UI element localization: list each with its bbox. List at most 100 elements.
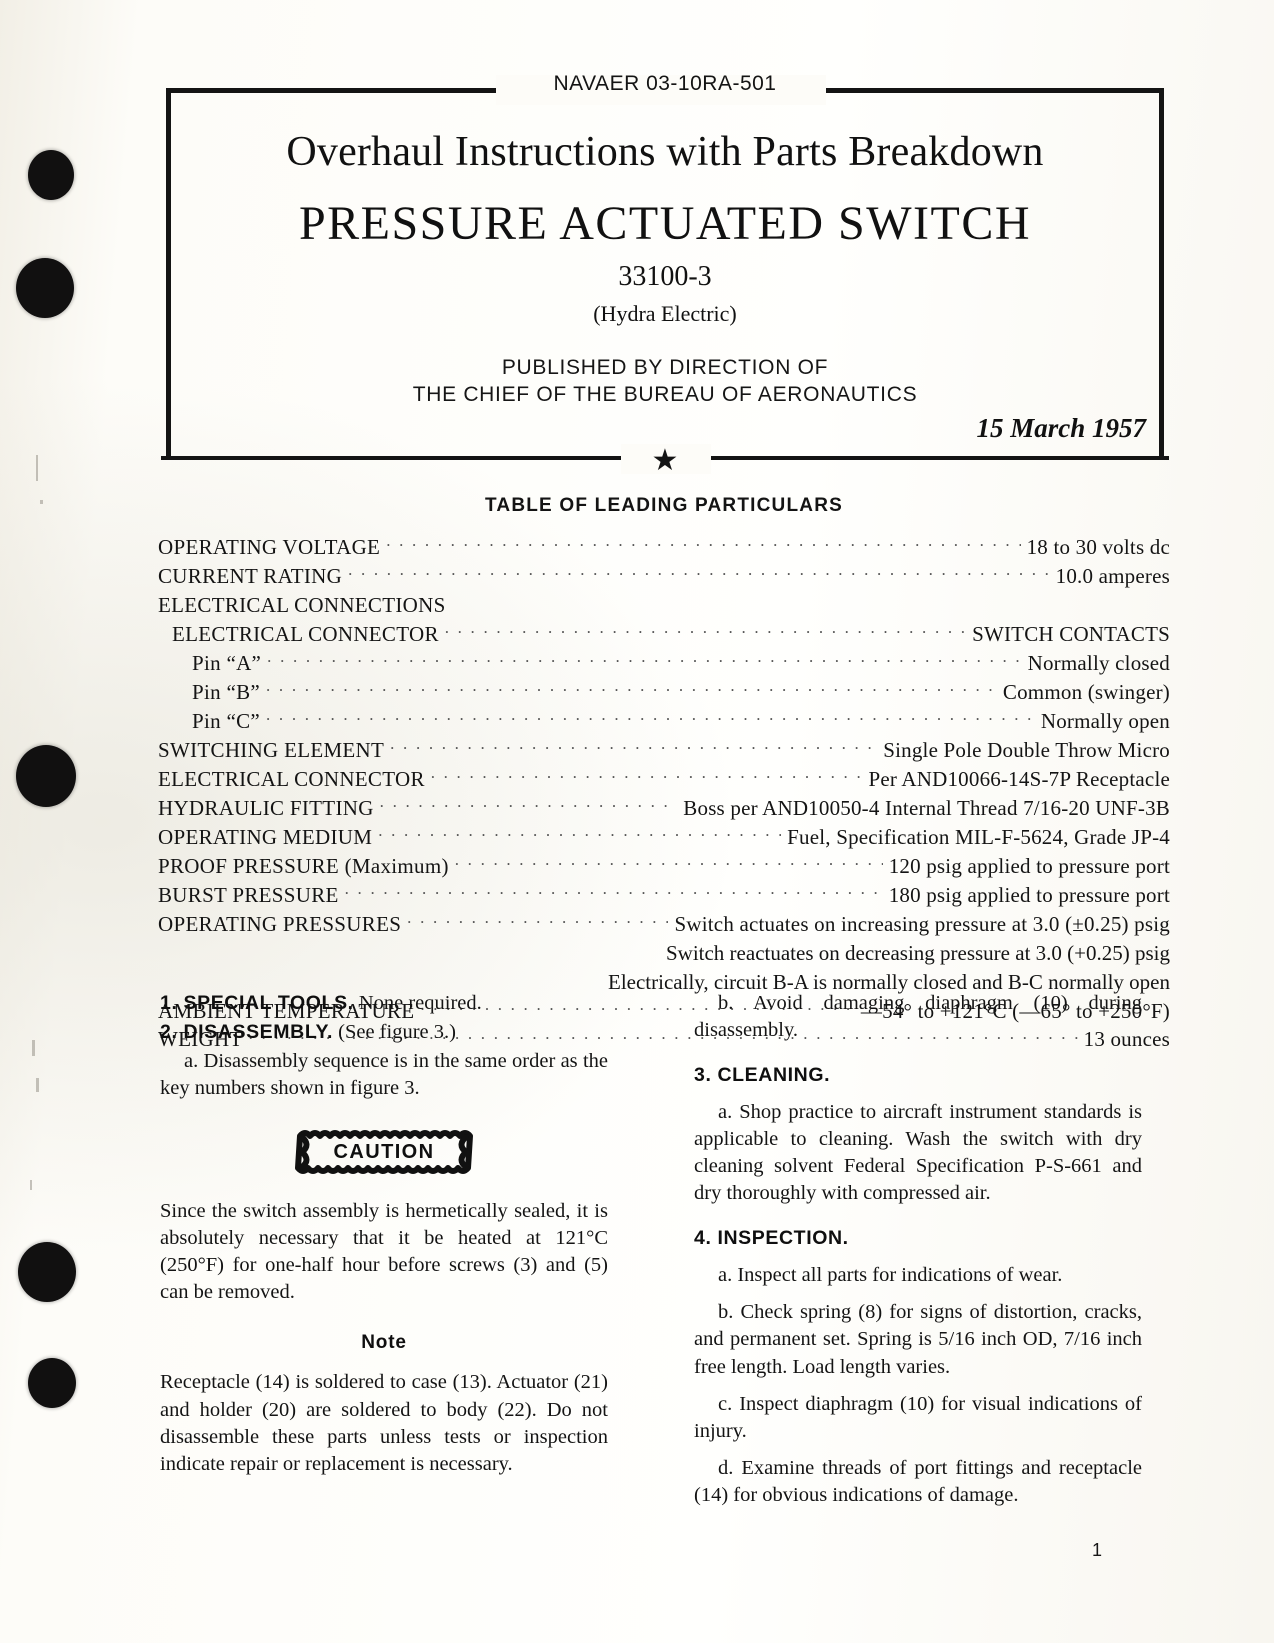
leader-dots [407, 910, 668, 931]
publication-date: 15 March 1957 [976, 413, 1146, 443]
row-label: ELECTRICAL CONNECTOR [158, 766, 425, 791]
punch-hole [28, 150, 74, 200]
scan-artifact [36, 455, 38, 481]
row-value: Boss per AND10050-4 Internal Thread 7/16… [683, 795, 1170, 820]
caution-label: CAUTION [333, 1140, 435, 1163]
table-row: Pin “C” Normally open [158, 707, 1170, 736]
section-disassembly: 2. DISASSEMBLY. (See figure 3.) [160, 1019, 608, 1046]
paragraph-4a: a. Inspect all parts for indications of … [718, 1264, 1063, 1287]
leader-dots [386, 533, 1020, 554]
row-label: ELECTRICAL CONNECTOR [172, 621, 439, 646]
row-value: 18 to 30 volts dc [1026, 535, 1170, 559]
section-cleaning: 3. CLEANING. [694, 1062, 1142, 1089]
manufacturer-name: (Hydra Electric) [593, 301, 737, 326]
row-value: SWITCH CONTACTS [972, 621, 1170, 646]
caution-body-text: Since the switch assembly is hermeticall… [160, 1200, 608, 1304]
row-label: OPERATING PRESSURES [158, 911, 402, 936]
table-row: HYDRAULIC FITTING Boss per AND10050-4 Int… [158, 794, 1170, 823]
punch-hole [18, 1242, 76, 1302]
leader-dots [267, 649, 1021, 670]
row-label: CURRENT RATING [158, 563, 343, 588]
leader-dots [452, 591, 1164, 612]
title-block: NAVAER 03-10RA-501 Overhaul Instructions… [161, 72, 1169, 476]
row-label: OPERATING MEDIUM [158, 824, 373, 849]
leader-dots [390, 736, 877, 757]
leader-dots [348, 562, 1050, 583]
table-heading: TABLE OF LEADING PARTICULARS [485, 495, 843, 516]
table-row: CURRENT RATING 10.0 amperes [158, 562, 1170, 591]
punch-hole [16, 745, 76, 807]
leader-dots [380, 794, 678, 815]
section-1-text: None required. [358, 992, 482, 1014]
table-row: SWITCHING ELEMENT Single Pole Double Thro… [158, 736, 1170, 765]
publisher-line-1: PUBLISHED BY DIRECTION OF [501, 356, 829, 379]
leader-dots [378, 823, 781, 844]
leader-dots [431, 765, 863, 786]
row-value: 10.0 amperes [1055, 563, 1170, 588]
section-inspection: 4. INSPECTION. [694, 1225, 1142, 1252]
row-value: Per AND10066-14S-7P Receptacle [868, 766, 1170, 791]
row-value: Fuel, Specification MIL-F-5624, Grade JP… [787, 824, 1170, 849]
row-label: PROOF PRESSURE (Maximum) [158, 853, 449, 878]
row-value: Normally closed [1027, 650, 1170, 675]
row-value: 180 psig applied to pressure port [888, 882, 1170, 907]
paragraph-4c: c. Inspect diaphragm (10) for visual ind… [694, 1392, 1142, 1442]
table-row: Pin “B” Common (swinger) [158, 678, 1170, 707]
table-row: ELECTRICAL CONNECTIONS [158, 591, 1170, 620]
caution-box-wrapper: CAUTION [160, 1128, 608, 1176]
paragraph-4b: b. Check spring (8) for signs of distort… [694, 1301, 1142, 1378]
table-row: OPERATING MEDIUM Fuel, Specification MIL-… [158, 823, 1170, 852]
row-label: Pin “B” [192, 679, 261, 704]
body-columns: 1. SPECIAL TOOLS. None required. 2. DISA… [160, 990, 1172, 1506]
leader-dots [266, 707, 1035, 728]
publisher-line-2: THE CHIEF OF THE BUREAU OF AERONAUTICS [412, 383, 918, 406]
paragraph-2a: a. Disassembly sequence is in the same o… [160, 1050, 608, 1100]
table-body: OPERATING VOLTAGE 18 to 30 volts dc CURREN… [158, 533, 1170, 1054]
section-1-heading: 1. SPECIAL TOOLS. [160, 992, 354, 1014]
left-column: 1. SPECIAL TOOLS. None required. 2. DISA… [160, 990, 608, 1478]
table-row: BURST PRESSURE 180 psig applied to pressu… [158, 881, 1170, 910]
punch-hole [28, 1358, 76, 1408]
equipment-name: PRESSURE ACTUATED SWITCH [298, 197, 1032, 250]
row-label: BURST PRESSURE [158, 882, 339, 907]
row-label: SWITCHING ELEMENT [158, 737, 385, 762]
section-2-heading: 2. DISASSEMBLY. [160, 1021, 333, 1044]
table-row: ELECTRICAL CONNECTOR Per AND10066-14S-7P … [158, 765, 1170, 794]
scan-artifact [40, 500, 43, 504]
star-icon: ★ [651, 444, 679, 477]
leader-dots [266, 678, 997, 699]
scan-artifact [32, 1040, 35, 1056]
row-label: Pin “A” [192, 650, 262, 675]
page-number: 1 [1091, 1540, 1102, 1560]
table-row: ELECTRICAL CONNECTOR SWITCH CONTACTS [158, 620, 1170, 649]
punch-hole [16, 258, 74, 318]
row-value: Switch actuates on increasing pressure a… [674, 911, 1170, 936]
section-2-text: (See figure 3.) [338, 1021, 456, 1044]
leader-dots [345, 881, 883, 902]
row-label: Pin “C” [192, 708, 261, 733]
scan-artifact [30, 1180, 32, 1190]
row-value: Common (swinger) [1002, 679, 1170, 704]
paragraph-2b: b. Avoid damaging diaphragm (10) during … [694, 992, 1142, 1042]
section-special-tools: 1. SPECIAL TOOLS. None required. [160, 990, 608, 1017]
paragraph-3a: a. Shop practice to aircraft instrument … [694, 1101, 1142, 1205]
row-label: HYDRAULIC FITTING [158, 795, 374, 820]
leader-dots [455, 852, 883, 873]
scan-artifact [36, 1078, 39, 1092]
table-continuation-line: Switch reactuates on decreasing pressure… [665, 940, 1170, 965]
row-value: Single Pole Double Throw Micro [883, 737, 1170, 762]
table-row: PROOF PRESSURE (Maximum) 120 psig applied… [158, 852, 1170, 881]
section-4-heading: 4. INSPECTION. [694, 1227, 849, 1250]
row-value: Normally open [1040, 708, 1170, 733]
paragraph-4d: d. Examine threads of port fittings and … [694, 1456, 1142, 1506]
row-value: 120 psig applied to pressure port [888, 853, 1170, 878]
row-label: ELECTRICAL CONNECTIONS [158, 592, 446, 617]
table-row: OPERATING VOLTAGE 18 to 30 volts dc [158, 533, 1170, 562]
caution-box: CAUTION [295, 1128, 473, 1176]
table-of-leading-particulars: TABLE OF LEADING PARTICULARS OPERATING V… [158, 495, 1170, 1054]
table-row: Pin “A” Normally closed [158, 649, 1170, 678]
note-body-text: Receptacle (14) is soldered to case (13)… [160, 1371, 608, 1475]
row-label: OPERATING VOLTAGE [158, 535, 381, 559]
right-column: b. Avoid damaging diaphragm (10) during … [694, 990, 1142, 1509]
part-number: 33100-3 [618, 261, 712, 292]
